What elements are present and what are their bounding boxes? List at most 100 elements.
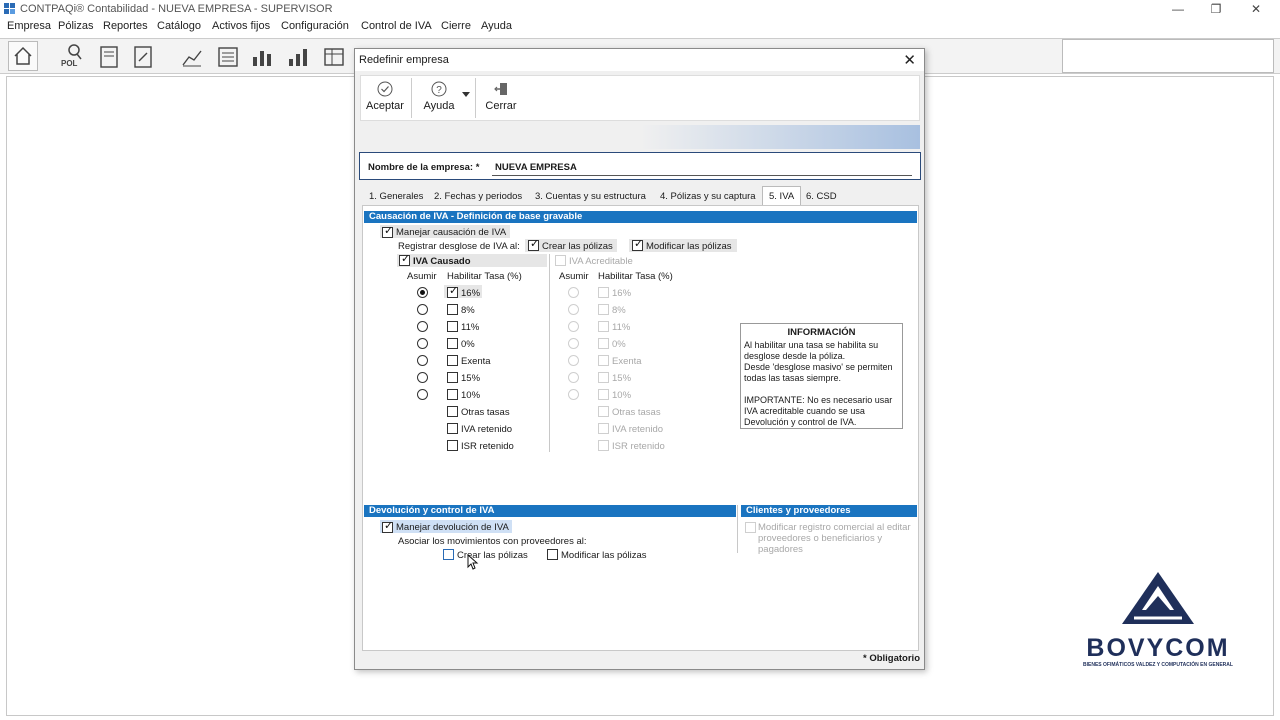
acreditable-assume-8-radio[interactable] [568, 304, 579, 315]
causado-iva-retenido-checkbox[interactable] [447, 423, 458, 434]
close-label: Cerrar [485, 100, 517, 112]
company-name-label: Nombre de la empresa: * [368, 162, 480, 173]
refund-section-header: Devolución y control de IVA [364, 505, 736, 517]
acreditable-other-rates-checkbox[interactable] [598, 406, 609, 417]
help-button[interactable]: ? Ayuda [419, 79, 459, 119]
refund-create-policies-checkbox[interactable] [443, 549, 454, 560]
menu-cierre[interactable]: Cierre [441, 20, 471, 32]
menu-configuracion[interactable]: Configuración [281, 20, 349, 32]
acreditable-other-rates-label: Otras tasas [612, 407, 661, 418]
causado-assume-15-radio[interactable] [417, 372, 428, 383]
iva-causado-checkbox[interactable]: ✓ [399, 253, 410, 266]
acreditable-rate-11-checkbox[interactable] [598, 321, 609, 332]
acreditable-assume-0-radio[interactable] [568, 338, 579, 349]
tab-generales[interactable]: 1. Generales [369, 188, 423, 205]
causado-rate-0-checkbox[interactable] [447, 338, 458, 349]
causado-assume-exenta-radio[interactable] [417, 355, 428, 366]
home-icon [14, 46, 32, 65]
causado-rate-exenta-checkbox[interactable] [447, 355, 458, 366]
causado-other-rates-checkbox[interactable] [447, 406, 458, 417]
company-name-value[interactable]: NUEVA EMPRESA [495, 162, 577, 173]
causado-rate-8-checkbox[interactable] [447, 304, 458, 315]
commercial-register-checkbox[interactable] [745, 522, 756, 533]
menu-ayuda[interactable]: Ayuda [481, 20, 512, 32]
bar-chart-2-icon[interactable] [286, 45, 310, 69]
pol-button[interactable]: POL [58, 43, 88, 73]
causado-rate-16-checkbox[interactable]: ✓ [447, 285, 458, 298]
causado-rate-10-label: 10% [461, 390, 481, 401]
iva-tab-panel: Causación de IVA - Definición de base gr… [362, 205, 919, 651]
acreditable-assume-10-radio[interactable] [568, 389, 579, 400]
acreditable-rate-0-checkbox[interactable] [598, 338, 609, 349]
information-line-2: Desde 'desglose masivo' se permiten toda… [744, 362, 893, 383]
dialog-close-icon[interactable]: ✕ [903, 51, 916, 69]
tab-iva[interactable]: 5. IVA [762, 186, 802, 205]
acreditable-rate-15-checkbox[interactable] [598, 372, 609, 383]
acreditable-assume-11-radio[interactable] [568, 321, 579, 332]
acreditable-rate-0-label: 0% [612, 339, 626, 350]
causado-enable-header: Habilitar Tasa (%) [447, 271, 522, 282]
acreditable-rate-16-checkbox[interactable] [598, 287, 609, 298]
menu-control-iva[interactable]: Control de IVA [361, 20, 432, 32]
tab-csd[interactable]: 6. CSD [806, 188, 837, 205]
manage-refund-checkbox[interactable]: ✓ [382, 520, 394, 533]
causado-assume-10-radio[interactable] [417, 389, 428, 400]
manage-causation-label: Manejar causación de IVA [396, 227, 507, 238]
clients-section-header: Clientes y proveedores [741, 505, 917, 517]
commercial-register-label: Modificar registro comercial al editar p… [758, 522, 911, 555]
acreditable-rate-10-checkbox[interactable] [598, 389, 609, 400]
causado-rate-11-checkbox[interactable] [447, 321, 458, 332]
company-name-field[interactable]: Nombre de la empresa: * NUEVA EMPRESA [359, 152, 921, 180]
acreditable-rate-exenta-checkbox[interactable] [598, 355, 609, 366]
iva-acreditable-checkbox[interactable] [555, 255, 566, 266]
document-icon[interactable] [98, 45, 120, 69]
acreditable-iva-retenido-checkbox[interactable] [598, 423, 609, 434]
refund-modify-policies-checkbox[interactable] [547, 549, 558, 560]
restore-icon[interactable]: ❐ [1206, 2, 1226, 16]
acreditable-rate-8-checkbox[interactable] [598, 304, 609, 315]
table-icon[interactable] [322, 45, 346, 69]
accept-button[interactable]: Aceptar [365, 79, 405, 119]
acreditable-assume-15-radio[interactable] [568, 372, 579, 383]
causado-assume-11-radio[interactable] [417, 321, 428, 332]
window-titlebar: CONTPAQi® Contabilidad - NUEVA EMPRESA -… [0, 0, 1280, 18]
causado-iva-retenido-label: IVA retenido [461, 424, 513, 435]
close-icon[interactable]: ✕ [1246, 2, 1266, 16]
acreditable-rate-exenta-label: Exenta [612, 356, 642, 367]
minimize-icon[interactable]: — [1168, 2, 1188, 16]
menu-catalogo[interactable]: Catálogo [157, 20, 201, 32]
information-title: INFORMACIÓN [787, 327, 856, 338]
close-button[interactable]: Cerrar [481, 79, 521, 119]
causado-rate-15-checkbox[interactable] [447, 372, 458, 383]
checkmark-icon: ✓ [384, 520, 394, 532]
menu-empresa[interactable]: Empresa [7, 20, 51, 32]
manage-causation-checkbox[interactable]: ✓ [382, 225, 393, 238]
dropdown-arrow-icon[interactable] [462, 92, 470, 98]
modify-policies-checkbox[interactable]: ✓ [632, 238, 643, 251]
tab-polizas[interactable]: 4. Pólizas y su captura [660, 188, 756, 205]
edit-document-icon[interactable] [132, 45, 154, 69]
menu-activos-fijos[interactable]: Activos fijos [212, 20, 270, 32]
acreditable-isr-retenido-checkbox[interactable] [598, 440, 609, 451]
causado-assume-0-radio[interactable] [417, 338, 428, 349]
causado-rate-10-checkbox[interactable] [447, 389, 458, 400]
menu-polizas[interactable]: Pólizas [58, 20, 93, 32]
acreditable-rate-8-label: 8% [612, 305, 626, 316]
causado-assume-8-radio[interactable] [417, 304, 428, 315]
acreditable-iva-retenido-label: IVA retenido [612, 424, 664, 435]
toolbar-separator [475, 78, 476, 118]
acreditable-assume-exenta-radio[interactable] [568, 355, 579, 366]
list-icon[interactable] [216, 45, 240, 69]
causado-assume-16-radio[interactable] [417, 287, 428, 298]
acreditable-rate-11-label: 11% [612, 322, 631, 333]
create-policies-checkbox[interactable]: ✓ [528, 238, 539, 251]
bar-chart-icon[interactable] [250, 45, 274, 69]
causado-isr-retenido-checkbox[interactable] [447, 440, 458, 451]
chart-icon[interactable] [180, 45, 204, 69]
menu-reportes[interactable]: Reportes [103, 20, 148, 32]
home-button[interactable] [8, 41, 38, 71]
tab-cuentas[interactable]: 3. Cuentas y su estructura [535, 188, 646, 205]
company-name-underline [492, 175, 912, 176]
tab-fechas[interactable]: 2. Fechas y periodos [434, 188, 522, 205]
acreditable-assume-16-radio[interactable] [568, 287, 579, 298]
